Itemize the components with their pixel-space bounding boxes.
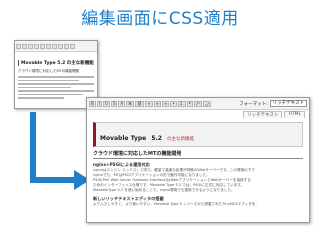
undo-button[interactable]: ⤺	[193, 100, 202, 107]
insert-asset-button[interactable]: ⌘	[126, 100, 135, 107]
after-editor-window: B I U S A ⌘ ⛓ ≡ ≡ ≡ • 1. ❝ ⤺ ⤻ フォーマット: リ…	[86, 97, 310, 223]
heading-main-text: Movable Type	[100, 135, 147, 142]
align-right-button[interactable]: ≡	[161, 100, 170, 107]
paragraph-line: MovableType 5.2 を使い始めることで、nginx環境でも運用できる…	[93, 188, 235, 192]
format-select[interactable]: リッチテキスト	[269, 100, 307, 107]
link-button[interactable]: ⛓	[135, 100, 145, 107]
heading-version: 5.2	[151, 135, 162, 142]
numbered-list-button[interactable]: 1.	[177, 100, 186, 107]
after-editor-body[interactable]: Movable Type 5.2 の主な新機能 クラウド環境に対応したMTの機能…	[87, 118, 309, 209]
editor-tabs: リッチテキスト HTML	[87, 110, 309, 118]
align-center-button[interactable]: ≡	[153, 100, 161, 107]
underline-button[interactable]: U	[102, 100, 110, 107]
styled-heading-2: クラウド環境に対応したMTの機能開発	[93, 150, 303, 159]
after-toolbar: B I U S A ⌘ ⛓ ≡ ≡ ≡ • 1. ❝ ⤺ ⤻ フォーマット: リ…	[87, 98, 309, 110]
italic-button[interactable]: I	[96, 100, 102, 107]
text-color-button[interactable]: A	[118, 100, 126, 107]
styled-heading-1: Movable Type 5.2 の主な新機能	[93, 122, 303, 147]
bullet-list-button[interactable]: •	[170, 100, 177, 107]
heading-suffix: の主な新機能	[167, 137, 195, 142]
bold-button[interactable]: B	[89, 100, 96, 107]
tab-richtext[interactable]: リッチテキスト	[243, 111, 283, 118]
paragraph-line: より入力しやすく、より使いやすい、Movable Type 5 シリーズから搭載…	[93, 202, 260, 206]
redo-button[interactable]: ⤻	[202, 100, 212, 107]
blockquote-button[interactable]: ❝	[186, 100, 193, 107]
tab-html[interactable]: HTML	[284, 111, 305, 118]
align-left-button[interactable]: ≡	[145, 100, 153, 107]
strikethrough-button[interactable]: S	[110, 100, 118, 107]
format-label: フォーマット:	[239, 101, 268, 107]
